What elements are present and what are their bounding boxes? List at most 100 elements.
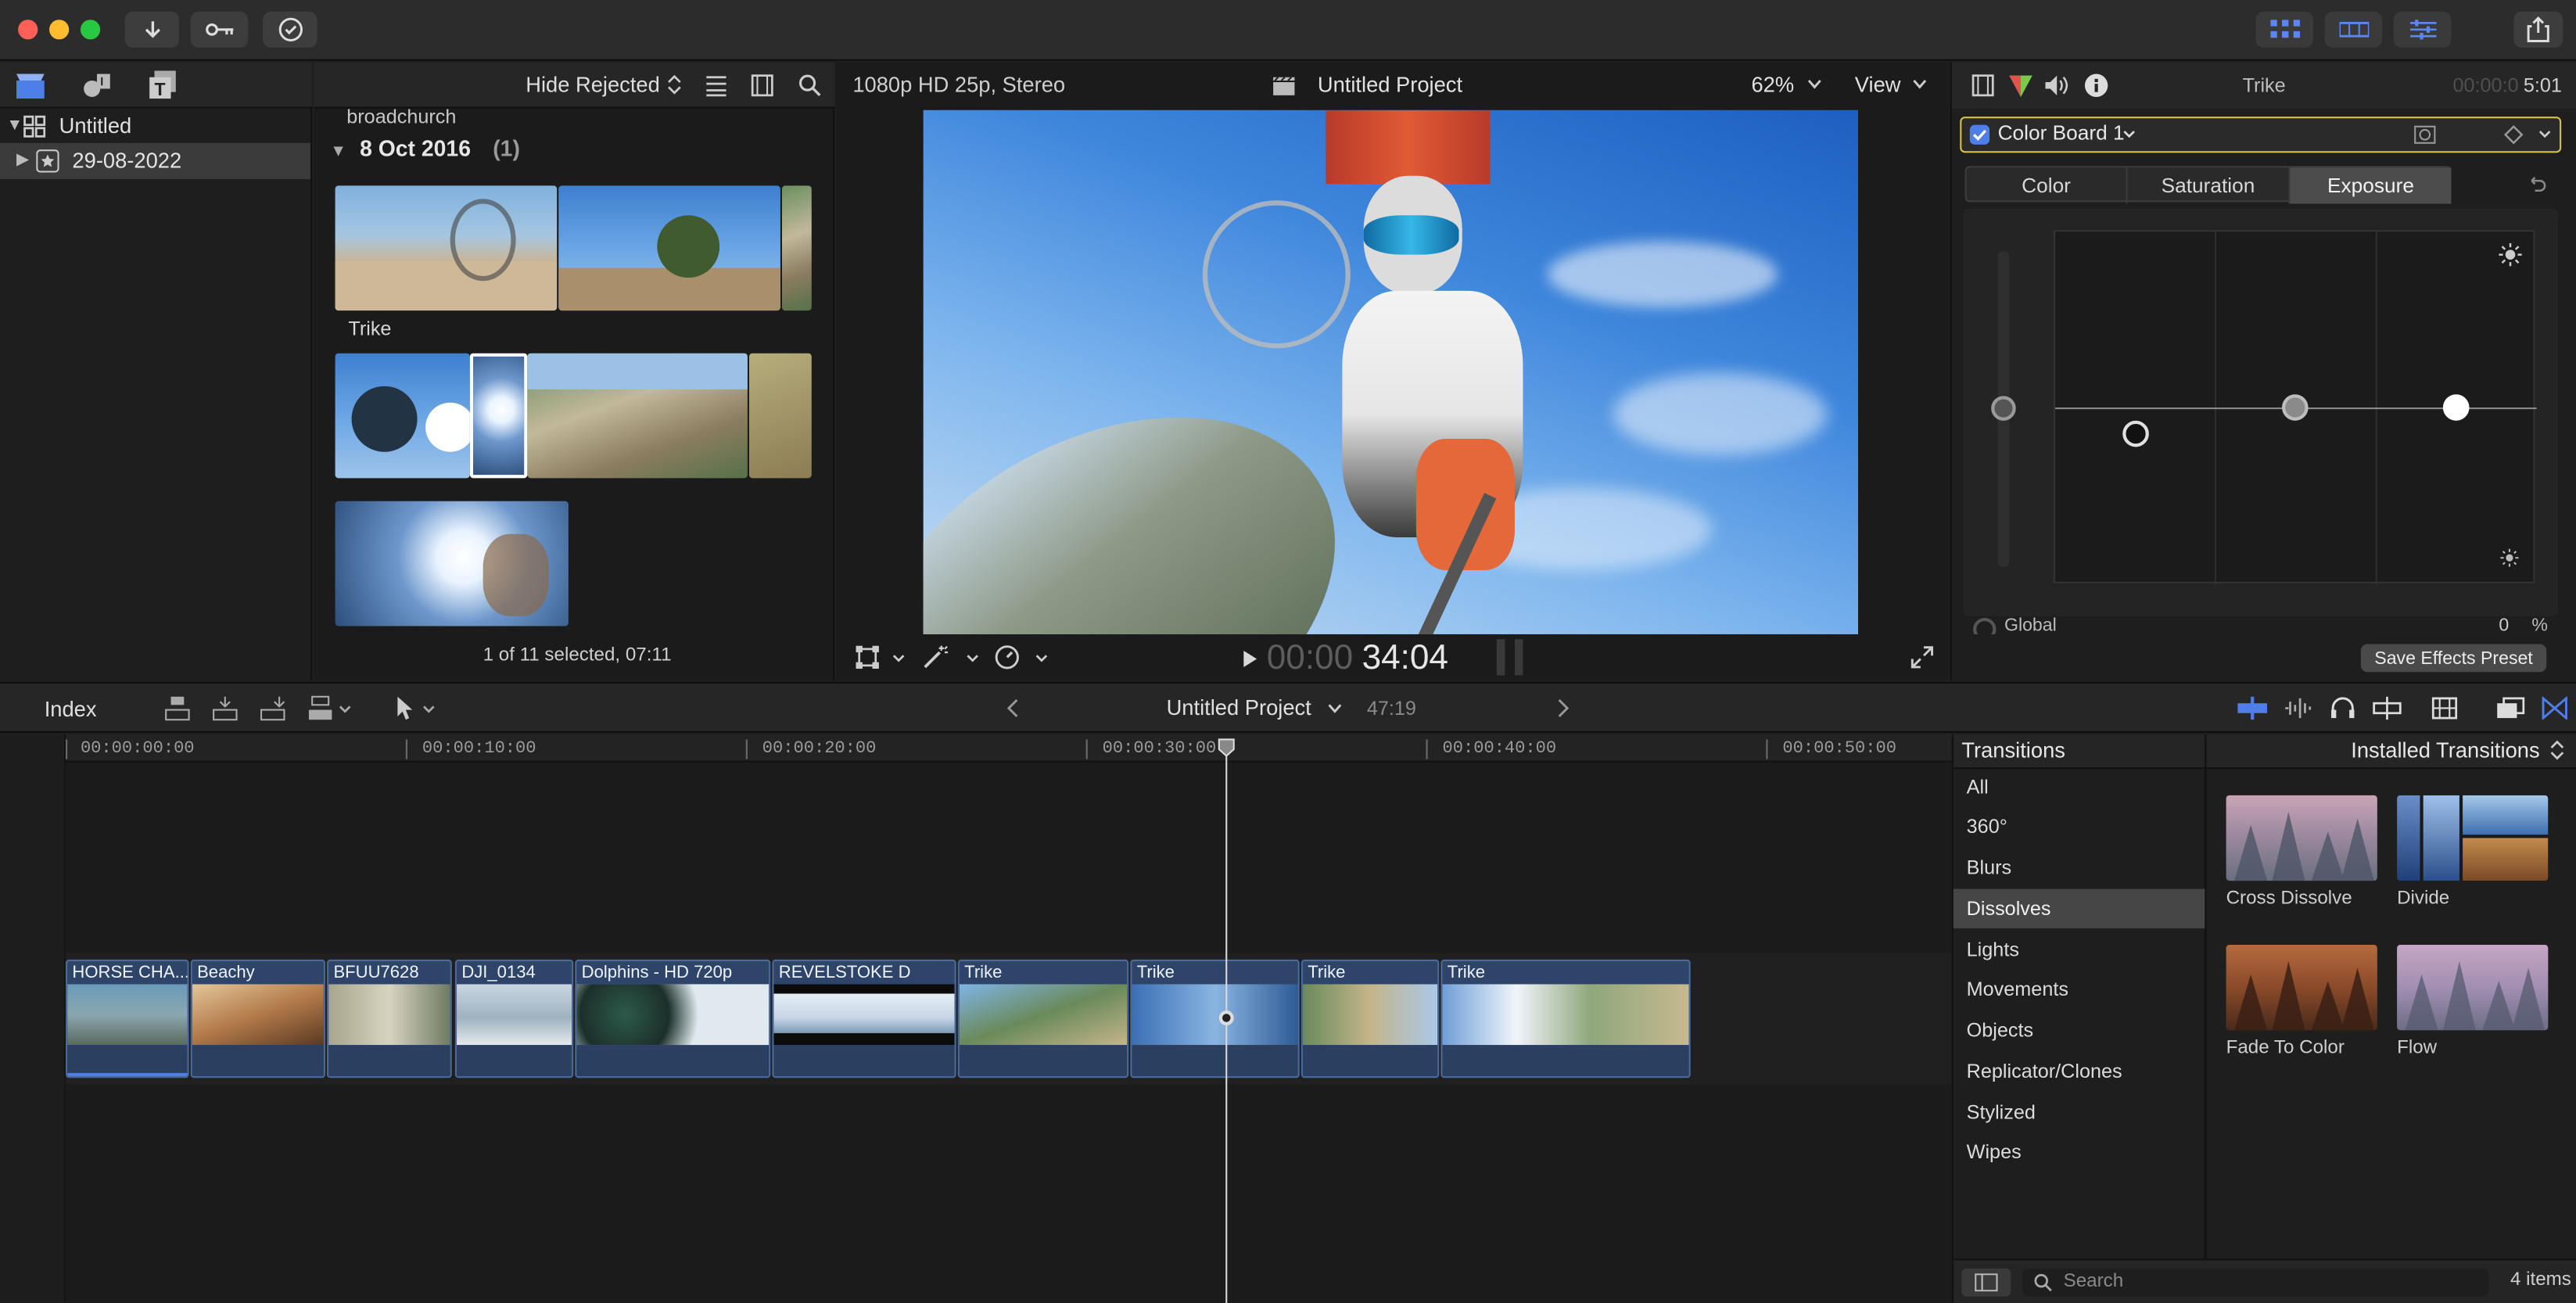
chevron-down-icon[interactable] bbox=[2122, 130, 2136, 140]
timeline-ruler[interactable] bbox=[66, 734, 1952, 763]
chevron-down-icon[interactable] bbox=[1327, 703, 1342, 715]
connect-clip-icon[interactable] bbox=[164, 695, 191, 722]
transform-icon[interactable] bbox=[856, 645, 879, 669]
timeline-clip[interactable]: Trike bbox=[1301, 959, 1440, 1079]
timeline-clip[interactable]: DJI_0134 bbox=[454, 959, 574, 1079]
exposure-board[interactable] bbox=[2054, 230, 2537, 585]
show-inspector-button[interactable] bbox=[2393, 11, 2452, 48]
chevron-updown-icon[interactable] bbox=[667, 74, 682, 95]
snapping-icon[interactable] bbox=[2373, 696, 2402, 720]
show-timeline-button[interactable] bbox=[2324, 11, 2383, 48]
photos-audio-icon[interactable] bbox=[82, 70, 112, 100]
transitions-browser-icon[interactable] bbox=[2542, 696, 2568, 720]
disclosure-closed-icon[interactable]: ▶ bbox=[16, 151, 29, 169]
playhead-handle[interactable] bbox=[1218, 738, 1236, 757]
chevron-down-icon[interactable] bbox=[892, 654, 906, 664]
category-stylized[interactable]: Stylized bbox=[1954, 1093, 2205, 1132]
insert-clip-icon[interactable] bbox=[212, 695, 239, 722]
chevron-down-icon[interactable] bbox=[422, 705, 436, 715]
sidebar-toggle-button[interactable] bbox=[1961, 1268, 2011, 1297]
category-all[interactable]: All bbox=[1954, 767, 2205, 806]
global-puck-icon[interactable] bbox=[1973, 617, 1997, 634]
video-inspector-icon[interactable] bbox=[1971, 74, 1994, 97]
headphones-icon[interactable] bbox=[2330, 697, 2356, 720]
select-tool-icon[interactable] bbox=[396, 695, 415, 722]
search-icon[interactable] bbox=[798, 74, 821, 97]
fullscreen-icon[interactable] bbox=[1910, 646, 1934, 669]
tab-exposure[interactable]: Exposure bbox=[2290, 167, 2452, 204]
timeline-project-title[interactable]: Untitled Project bbox=[1167, 695, 1311, 720]
effect-name[interactable]: Color Board 1 bbox=[1998, 121, 2125, 144]
chevron-down-icon[interactable] bbox=[1807, 79, 1822, 91]
clip-thumbnail[interactable] bbox=[335, 353, 470, 479]
clip-appearance-icon[interactable] bbox=[705, 74, 727, 97]
global-value[interactable]: 0 bbox=[2499, 616, 2509, 634]
effect-header-color-board[interactable]: Color Board 1 bbox=[1960, 117, 2562, 153]
timeline-clip[interactable]: Trike bbox=[1440, 959, 1691, 1079]
timeline-clip[interactable]: Trike bbox=[957, 959, 1129, 1079]
disclosure-open-icon[interactable]: ▼ bbox=[6, 117, 23, 135]
transition-thumbnail-fade-to-color[interactable] bbox=[2226, 945, 2377, 1031]
clip-thumbnail[interactable] bbox=[335, 185, 558, 311]
color-inspector-icon[interactable] bbox=[2007, 72, 2034, 99]
shadows-puck[interactable] bbox=[2122, 420, 2149, 447]
transition-thumbnail-cross-dissolve[interactable] bbox=[2226, 795, 2377, 881]
save-effects-preset-button[interactable]: Save Effects Preset bbox=[2360, 644, 2547, 673]
clip-skimming-icon[interactable] bbox=[2237, 696, 2268, 720]
magic-wand-icon[interactable] bbox=[922, 644, 949, 671]
play-icon[interactable] bbox=[1242, 649, 1258, 669]
libraries-icon[interactable] bbox=[15, 70, 48, 100]
clip-thumbnail-edge[interactable] bbox=[748, 353, 812, 479]
transition-thumbnail-flow[interactable] bbox=[2397, 945, 2549, 1031]
mask-icon[interactable] bbox=[2413, 124, 2436, 146]
transitions-search-field[interactable]: Search bbox=[2022, 1268, 2489, 1297]
tab-saturation[interactable]: Saturation bbox=[2128, 167, 2291, 204]
titles-generators-icon[interactable]: T bbox=[148, 70, 178, 100]
event-row[interactable]: ▶ 29-08-2022 bbox=[0, 142, 311, 179]
show-browser-button[interactable] bbox=[2255, 11, 2313, 48]
keyframe-diamond-icon[interactable] bbox=[2503, 124, 2524, 145]
zoom-window-button[interactable] bbox=[80, 20, 101, 40]
hide-rejected-filter[interactable]: Hide Rejected bbox=[526, 72, 660, 97]
category-objects[interactable]: Objects bbox=[1954, 1010, 2205, 1050]
highlights-puck[interactable] bbox=[2442, 394, 2470, 421]
speed-gauge-icon[interactable] bbox=[994, 644, 1021, 671]
chevron-down-icon[interactable] bbox=[1912, 79, 1927, 91]
group-disclosure-icon[interactable]: ▼ bbox=[330, 143, 346, 161]
keywords-button[interactable] bbox=[190, 11, 249, 48]
clip-thumbnail[interactable] bbox=[335, 501, 569, 626]
close-window-button[interactable] bbox=[18, 20, 38, 40]
chevron-updown-icon[interactable] bbox=[2549, 739, 2564, 760]
overwrite-clip-icon[interactable] bbox=[307, 695, 334, 722]
category-dissolves[interactable]: Dissolves bbox=[1953, 888, 2205, 929]
index-button[interactable]: Index bbox=[45, 697, 97, 722]
timeline-clip[interactable]: Beachy bbox=[190, 959, 325, 1079]
midtones-puck[interactable] bbox=[2282, 394, 2309, 421]
library-row[interactable]: ▼ Untitled bbox=[0, 110, 312, 145]
category-wipes[interactable]: Wipes bbox=[1954, 1132, 2205, 1172]
timeline-clip[interactable]: Dolphins - HD 720p bbox=[575, 959, 771, 1079]
zoom-menu[interactable]: 62% bbox=[1751, 72, 1794, 97]
category-replicator-clones[interactable]: Replicator/Clones bbox=[1954, 1052, 2205, 1091]
effects-browser-icon[interactable] bbox=[2495, 697, 2525, 720]
transition-thumbnail-divide[interactable] bbox=[2397, 795, 2549, 881]
category-360[interactable]: 360° bbox=[1954, 807, 2205, 846]
chevron-down-icon[interactable] bbox=[2538, 130, 2552, 140]
installed-transitions-menu[interactable]: Installed Transitions bbox=[2351, 738, 2539, 763]
skimmer-selection-frame[interactable] bbox=[469, 353, 528, 479]
chevron-down-icon[interactable] bbox=[1035, 654, 1049, 664]
share-button[interactable] bbox=[2513, 11, 2563, 48]
filmstrip-icon[interactable] bbox=[751, 74, 773, 97]
audio-skimming-icon[interactable] bbox=[2284, 697, 2313, 720]
reset-icon[interactable] bbox=[2527, 174, 2546, 194]
category-blurs[interactable]: Blurs bbox=[1954, 848, 2205, 887]
chevron-down-icon[interactable] bbox=[966, 654, 979, 664]
timeline-clip[interactable]: HORSE CHA... bbox=[66, 959, 189, 1079]
timecode-display[interactable]: 34:04 bbox=[1362, 639, 1448, 678]
timeline-clip[interactable]: Trike bbox=[1130, 959, 1300, 1079]
tab-color[interactable]: Color bbox=[1967, 167, 2128, 204]
view-menu[interactable]: View bbox=[1855, 72, 1901, 97]
append-clip-icon[interactable] bbox=[260, 695, 286, 722]
chevron-down-icon[interactable] bbox=[339, 705, 352, 715]
minimize-window-button[interactable] bbox=[49, 20, 70, 40]
